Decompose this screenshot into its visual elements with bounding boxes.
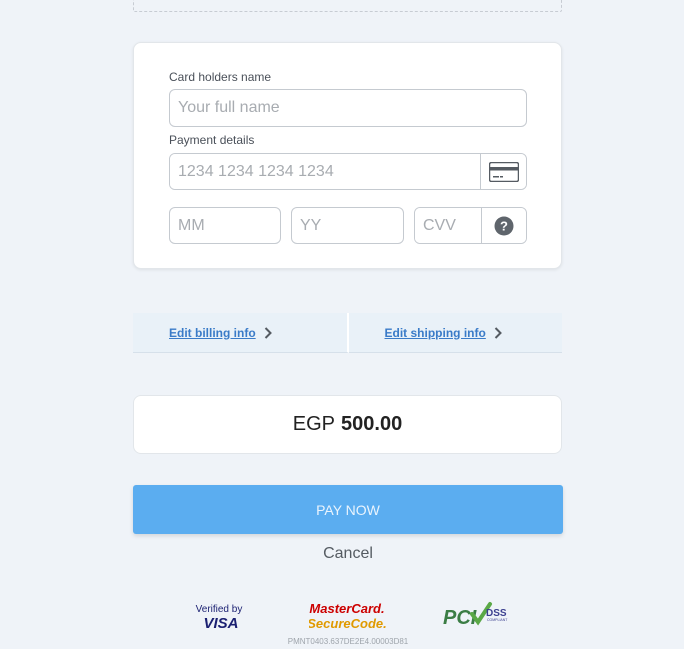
mc-line1: MasterCard. (309, 601, 384, 616)
payment-page: Card holders name Payment details ? (0, 0, 684, 649)
dashed-container (133, 0, 562, 12)
credit-card-icon (480, 154, 526, 189)
pay-now-button[interactable]: PAY NOW (133, 485, 563, 534)
pci-main: PCI (443, 607, 477, 629)
amount-currency: EGP (292, 413, 336, 435)
edit-shipping-label: Edit shipping info (384, 325, 486, 340)
amount-value: 500.00 (341, 413, 403, 435)
edit-billing-label: Edit billing info (169, 325, 256, 340)
visa-line2: VISA (203, 615, 238, 632)
expiry-month-input[interactable] (169, 207, 281, 244)
cvv-input[interactable] (415, 208, 481, 243)
cvv-field: ? (414, 207, 527, 244)
svg-text:?: ? (500, 218, 508, 233)
mc-line2: SecureCode. (309, 616, 387, 631)
question-circle-icon[interactable]: ? (481, 208, 526, 243)
payment-details-label: Payment details (169, 133, 255, 147)
verified-by-visa-logo: Verified by VISA (190, 600, 248, 632)
pci-dss-logo: PCI DSS COMPLIANT (442, 600, 512, 630)
chevron-right-icon (494, 326, 502, 339)
expiry-year-input[interactable] (291, 207, 404, 244)
edit-billing-button[interactable]: Edit billing info (133, 313, 349, 353)
transaction-code: PMNT0403.637DE2E4.00003D81 (287, 637, 409, 646)
cardholder-name-input[interactable] (169, 89, 527, 127)
edit-shipping-button[interactable]: Edit shipping info (348, 313, 562, 353)
visa-line1: Verified by (196, 604, 243, 615)
pci-compliant: COMPLIANT (487, 618, 508, 622)
cardholder-name-label: Card holders name (169, 70, 272, 84)
card-form-panel: Card holders name Payment details ? (133, 42, 562, 269)
card-number-field (169, 153, 527, 190)
edit-info-bar: Edit billing info Edit shipping info (133, 313, 562, 353)
mastercard-securecode-logo: MasterCard. SecureCode. (307, 600, 387, 632)
card-number-input[interactable] (170, 154, 480, 189)
chevron-right-icon (264, 326, 272, 339)
amount-display: EGP 500.00 (133, 395, 562, 454)
cancel-link[interactable]: Cancel (133, 545, 563, 563)
